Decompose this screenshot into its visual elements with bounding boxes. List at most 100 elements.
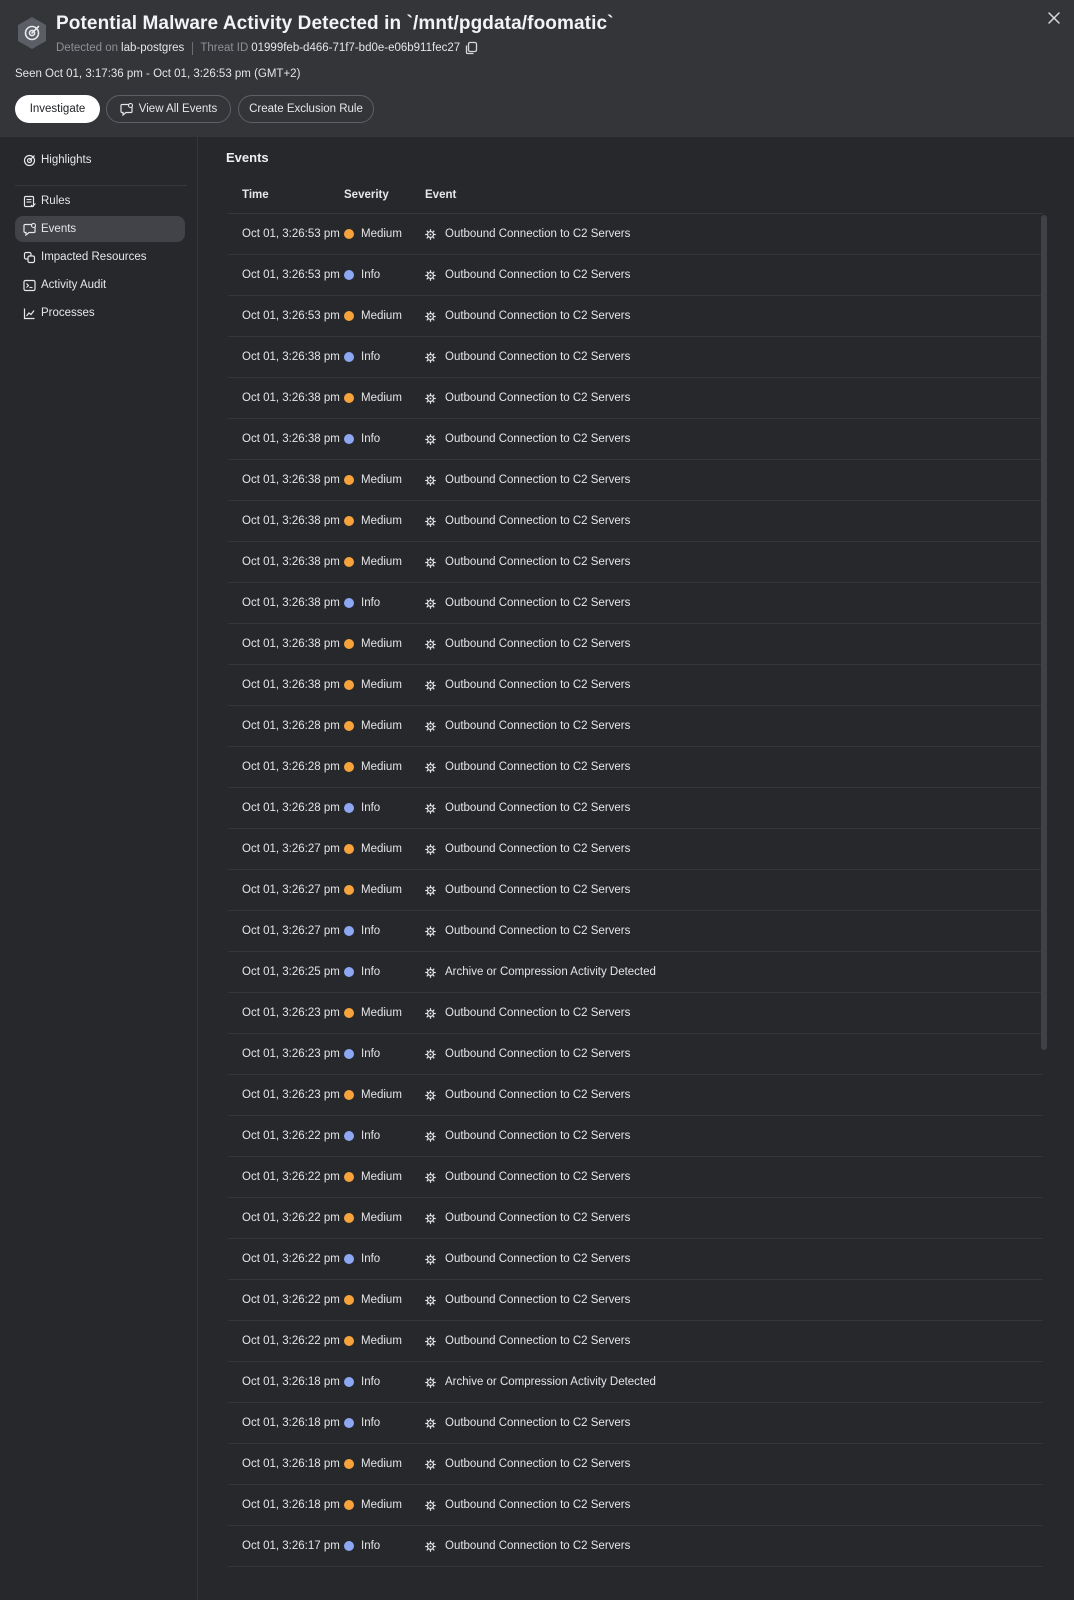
table-row[interactable]: Oct 01, 3:26:38 pm Medium Outbound Connect… [228, 665, 1043, 706]
scrollbar-thumb[interactable] [1041, 215, 1047, 1050]
event-severity: Info [344, 597, 425, 609]
event-time: Oct 01, 3:26:38 pm [242, 556, 340, 568]
sidebar-item-events[interactable]: Events [15, 216, 185, 242]
severity-label: Info [361, 1048, 381, 1060]
event-time: Oct 01, 3:26:38 pm [242, 679, 340, 691]
event-severity: Medium [344, 392, 425, 404]
table-row[interactable]: Oct 01, 3:26:22 pm Info Outbound Connectio… [228, 1239, 1043, 1280]
severity-dot [344, 311, 354, 321]
table-row[interactable]: Oct 01, 3:26:18 pm Medium Outbound Connect… [228, 1444, 1043, 1485]
gear-icon [425, 843, 436, 855]
table-row[interactable]: Oct 01, 3:26:23 pm Medium Outbound Connect… [228, 1075, 1043, 1116]
threat-id-value: 01999feb-d466-71f7-bd0e-e06b911fec27 [251, 42, 461, 54]
event-name: Outbound Connection to C2 Servers [425, 310, 1043, 322]
severity-dot [344, 475, 354, 485]
sidebar-item-rules[interactable]: Rules [15, 188, 185, 214]
table-row[interactable]: Oct 01, 3:26:38 pm Info Outbound Connectio… [228, 583, 1043, 624]
sidebar-item-highlights[interactable]: Highlights [15, 147, 185, 173]
close-icon[interactable] [1046, 10, 1062, 26]
table-row[interactable]: Oct 01, 3:26:28 pm Info Outbound Connectio… [228, 788, 1043, 829]
severity-label: Info [361, 925, 381, 937]
table-row[interactable]: Oct 01, 3:26:53 pm Info Outbound Connectio… [228, 255, 1043, 296]
gear-icon [425, 597, 436, 609]
event-time: Oct 01, 3:26:22 pm [242, 1212, 340, 1224]
table-row[interactable]: Oct 01, 3:26:28 pm Medium Outbound Connect… [228, 747, 1043, 788]
table-row[interactable]: Oct 01, 3:26:23 pm Medium Outbound Connect… [228, 993, 1043, 1034]
column-header-event[interactable]: Event [425, 189, 1043, 201]
event-time: Oct 01, 3:26:22 pm [242, 1253, 340, 1265]
gear-icon [425, 310, 436, 322]
event-time: Oct 01, 3:26:23 pm [242, 1089, 340, 1101]
event-label: Outbound Connection to C2 Servers [445, 597, 631, 609]
event-severity: Info [344, 1540, 425, 1552]
table-row[interactable]: Oct 01, 3:26:22 pm Medium Outbound Connect… [228, 1321, 1043, 1362]
event-label: Outbound Connection to C2 Servers [445, 515, 631, 527]
event-name: Outbound Connection to C2 Servers [425, 1048, 1043, 1060]
sidebar-item-impacted-resources[interactable]: Impacted Resources [15, 244, 185, 270]
severity-label: Medium [361, 884, 402, 896]
create-exclusion-rule-button[interactable]: Create Exclusion Rule [238, 95, 374, 123]
event-label: Outbound Connection to C2 Servers [445, 310, 631, 322]
table-row[interactable]: Oct 01, 3:26:25 pm Info Archive or Compres… [228, 952, 1043, 993]
table-row[interactable]: Oct 01, 3:26:38 pm Medium Outbound Connect… [228, 501, 1043, 542]
event-name: Outbound Connection to C2 Servers [425, 474, 1043, 486]
table-row[interactable]: Oct 01, 3:26:38 pm Info Outbound Connectio… [228, 337, 1043, 378]
investigate-button[interactable]: Investigate [15, 95, 100, 123]
table-row[interactable]: Oct 01, 3:26:17 pm Info Outbound Connectio… [228, 1526, 1043, 1567]
events-scrollbar[interactable] [1040, 215, 1048, 1595]
table-row[interactable]: Oct 01, 3:26:38 pm Medium Outbound Connect… [228, 460, 1043, 501]
severity-dot [344, 639, 354, 649]
gear-icon [425, 1376, 436, 1388]
table-row[interactable]: Oct 01, 3:26:27 pm Medium Outbound Connect… [228, 829, 1043, 870]
column-header-severity[interactable]: Severity [344, 189, 425, 201]
table-row[interactable]: Oct 01, 3:26:22 pm Medium Outbound Connect… [228, 1280, 1043, 1321]
sidebar-item-activity-audit[interactable]: Activity Audit [15, 272, 185, 298]
severity-dot [344, 721, 354, 731]
table-row[interactable]: Oct 01, 3:26:53 pm Medium Outbound Connect… [228, 296, 1043, 337]
table-row[interactable]: Oct 01, 3:26:27 pm Info Outbound Connectio… [228, 911, 1043, 952]
table-row[interactable]: Oct 01, 3:26:38 pm Medium Outbound Connect… [228, 378, 1043, 419]
event-time: Oct 01, 3:26:18 pm [242, 1417, 340, 1429]
table-row[interactable]: Oct 01, 3:26:38 pm Medium Outbound Connect… [228, 624, 1043, 665]
table-row[interactable]: Oct 01, 3:26:18 pm Info Outbound Connectio… [228, 1403, 1043, 1444]
event-name: Archive or Compression Activity Detected [425, 966, 1043, 978]
copy-icon[interactable] [464, 41, 478, 55]
event-time: Oct 01, 3:26:38 pm [242, 474, 340, 486]
event-name: Outbound Connection to C2 Servers [425, 1540, 1043, 1552]
sidebar-item-label: Impacted Resources [41, 251, 147, 263]
view-all-events-button[interactable]: View All Events [106, 95, 231, 123]
event-time: Oct 01, 3:26:28 pm [242, 720, 340, 732]
gear-icon [425, 884, 436, 896]
table-row[interactable]: Oct 01, 3:26:27 pm Medium Outbound Connect… [228, 870, 1043, 911]
event-name: Outbound Connection to C2 Servers [425, 1335, 1043, 1347]
event-name: Outbound Connection to C2 Servers [425, 1089, 1043, 1101]
table-row[interactable]: Oct 01, 3:26:18 pm Medium Outbound Connect… [228, 1485, 1043, 1526]
severity-label: Info [361, 1376, 381, 1388]
event-name: Outbound Connection to C2 Servers [425, 843, 1043, 855]
table-row[interactable]: Oct 01, 3:26:28 pm Medium Outbound Connect… [228, 706, 1043, 747]
table-row[interactable]: Oct 01, 3:26:23 pm Info Outbound Connectio… [228, 1034, 1043, 1075]
table-row[interactable]: Oct 01, 3:26:38 pm Medium Outbound Connect… [228, 542, 1043, 583]
events-table-body: Oct 01, 3:26:53 pm Medium Outbound Connect… [228, 214, 1043, 1567]
severity-dot [344, 1090, 354, 1100]
severity-label: Medium [361, 474, 402, 486]
severity-dot [344, 1008, 354, 1018]
table-row[interactable]: Oct 01, 3:26:22 pm Info Outbound Connectio… [228, 1116, 1043, 1157]
severity-label: Medium [361, 392, 402, 404]
table-row[interactable]: Oct 01, 3:26:38 pm Info Outbound Connectio… [228, 419, 1043, 460]
table-row[interactable]: Oct 01, 3:26:22 pm Medium Outbound Connect… [228, 1157, 1043, 1198]
event-severity: Info [344, 1253, 425, 1265]
gear-icon [425, 1499, 436, 1511]
sidebar-item-processes[interactable]: Processes [15, 300, 185, 326]
table-row[interactable]: Oct 01, 3:26:18 pm Info Archive or Compres… [228, 1362, 1043, 1403]
severity-dot [344, 1049, 354, 1059]
severity-dot [344, 1336, 354, 1346]
severity-label: Medium [361, 1007, 402, 1019]
table-row[interactable]: Oct 01, 3:26:22 pm Medium Outbound Connect… [228, 1198, 1043, 1239]
event-severity: Info [344, 1376, 425, 1388]
event-severity: Info [344, 1130, 425, 1142]
severity-dot [344, 270, 354, 280]
severity-label: Medium [361, 556, 402, 568]
table-row[interactable]: Oct 01, 3:26:53 pm Medium Outbound Connect… [228, 214, 1043, 255]
column-header-time[interactable]: Time [228, 189, 344, 201]
